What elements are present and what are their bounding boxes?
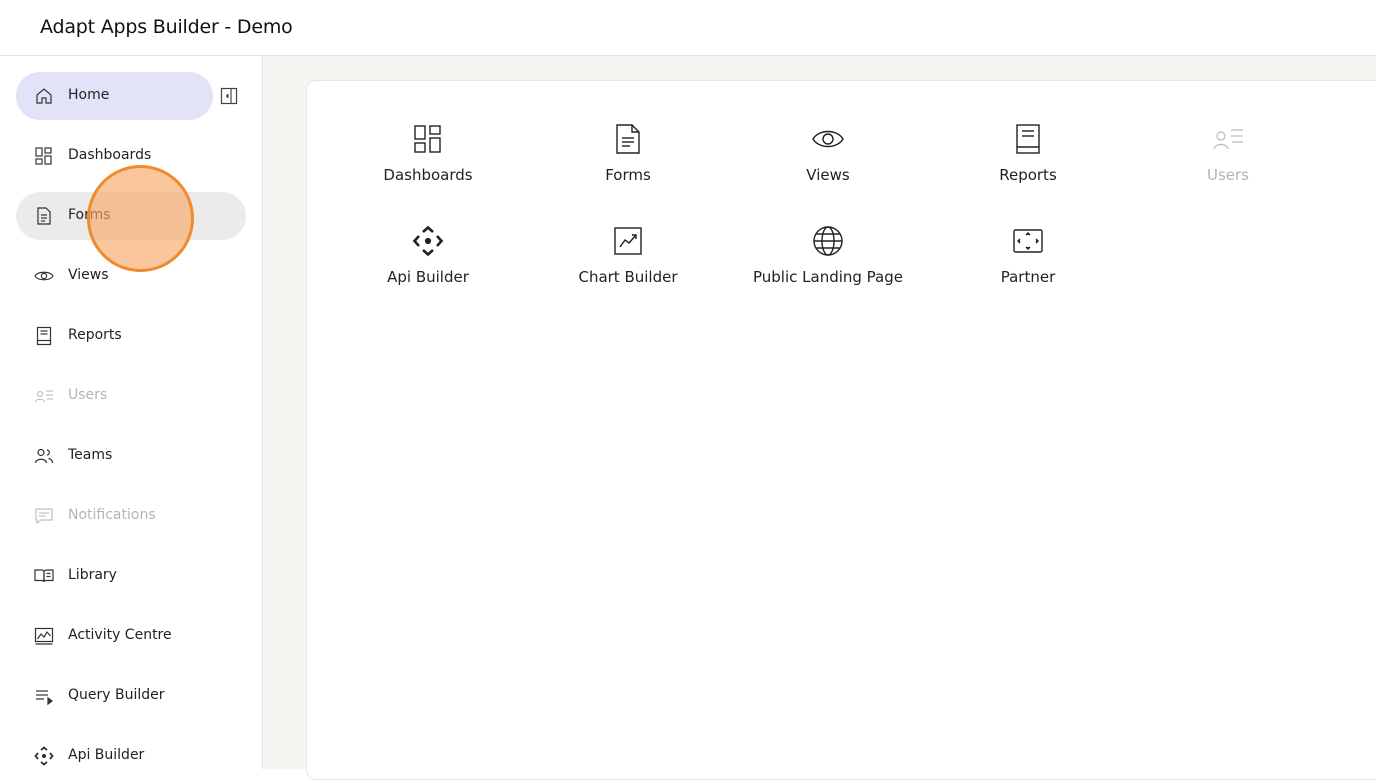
sidebar-item-home[interactable]: Home (16, 72, 213, 120)
sidebar-item-api-builder[interactable]: Api Builder (16, 732, 246, 780)
eye-icon (812, 123, 844, 155)
sidebar-item-label: Teams (68, 447, 113, 463)
tile-label: Reports (999, 166, 1057, 184)
activity-chart-icon (34, 626, 54, 646)
tile-users[interactable]: Users (1128, 123, 1328, 213)
book-icon (34, 566, 54, 586)
team-icon (34, 446, 54, 466)
sidebar-item-label: Home (68, 87, 110, 103)
tile-label: Forms (605, 166, 651, 184)
tile-label: Users (1206, 166, 1249, 184)
tile-label: Public Landing Page (752, 268, 903, 286)
eye-icon (34, 266, 54, 286)
tile-label: Api Builder (387, 268, 469, 286)
tile-label: Views (806, 166, 850, 184)
home-icon (34, 86, 54, 106)
document-icon (34, 206, 54, 226)
sidebar-item-activity-centre[interactable]: Activity Centre (16, 612, 246, 660)
tile-label: Partner (1000, 268, 1056, 286)
sidebar-item-users[interactable]: Users (16, 372, 246, 420)
sidebar-item-reports[interactable]: Reports (16, 312, 246, 360)
sidebar-item-notifications[interactable]: Notifications (16, 492, 246, 540)
report-icon (1012, 123, 1044, 155)
sidebar-item-label: Users (68, 387, 108, 403)
sidebar-item-label: Activity Centre (68, 627, 172, 643)
sidebar-collapse-icon[interactable] (220, 87, 238, 105)
sidebar-item-label: Notifications (68, 507, 156, 523)
sidebar-item-label: Api Builder (68, 747, 145, 763)
sidebar-item-label: Views (68, 267, 109, 283)
tile-partner[interactable]: Partner (928, 225, 1128, 315)
sidebar-item-label: Query Builder (68, 687, 165, 703)
query-list-icon (34, 686, 54, 706)
tile-reports[interactable]: Reports (928, 123, 1128, 213)
document-icon (612, 123, 644, 155)
sidebar-item-label: Forms (68, 207, 111, 223)
sidebar-item-forms[interactable]: Forms (16, 192, 246, 240)
sidebar-item-views[interactable]: Views (16, 252, 246, 300)
app-title: Adapt Apps Builder - Demo (40, 16, 293, 38)
tile-views[interactable]: Views (728, 123, 928, 213)
sidebar-item-teams[interactable]: Teams (16, 432, 246, 480)
globe-icon (812, 225, 844, 257)
tile-label: Chart Builder (578, 268, 678, 286)
chart-icon (612, 225, 644, 257)
top-bar: Adapt Apps Builder - Demo (0, 0, 1376, 56)
sidebar-item-dashboards[interactable]: Dashboards (16, 132, 246, 180)
tile-label: Dashboards (383, 166, 473, 184)
api-diamond-icon (34, 746, 54, 766)
tile-api-builder[interactable]: Api Builder (328, 225, 528, 315)
sidebar-item-query-builder[interactable]: Query Builder (16, 672, 246, 720)
tile-public-landing-page[interactable]: Public Landing Page (728, 225, 928, 315)
api-diamond-icon (412, 225, 444, 257)
message-icon (34, 506, 54, 526)
report-icon (34, 326, 54, 346)
users-icon (34, 386, 54, 406)
sidebar-item-label: Library (68, 567, 117, 583)
dashboard-grid-icon (412, 123, 444, 155)
sidebar: Home Dashboards Forms Views Reports User… (0, 56, 263, 769)
sidebar-item-label: Reports (68, 327, 122, 343)
users-icon (1212, 123, 1244, 155)
tile-forms[interactable]: Forms (528, 123, 728, 213)
main-content: Dashboards Forms Views Reports Users Api… (263, 56, 1376, 780)
partner-frame-icon (1012, 225, 1044, 257)
dashboard-grid-icon (34, 146, 54, 166)
app-launcher-card: Dashboards Forms Views Reports Users Api… (306, 80, 1376, 780)
sidebar-item-label: Dashboards (68, 147, 152, 163)
sidebar-item-library[interactable]: Library (16, 552, 246, 600)
tile-dashboards[interactable]: Dashboards (328, 123, 528, 213)
tile-chart-builder[interactable]: Chart Builder (528, 225, 728, 315)
